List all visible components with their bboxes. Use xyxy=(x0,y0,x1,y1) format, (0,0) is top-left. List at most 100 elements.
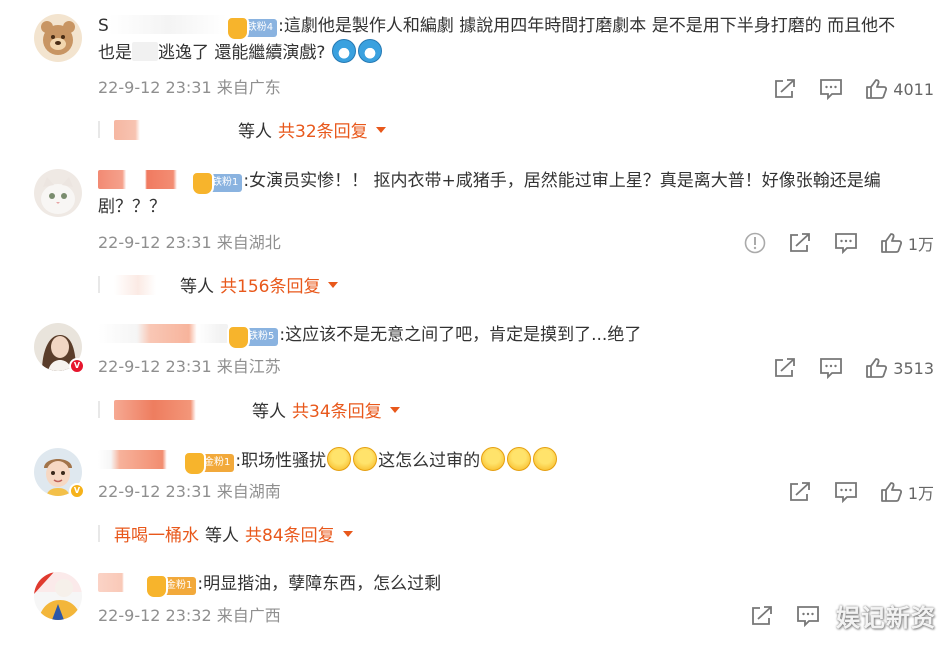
timestamp: 22-9-12 23:32 xyxy=(98,606,212,625)
verified-badge-icon: V xyxy=(69,358,85,374)
timestamp: 22-9-12 23:31 xyxy=(98,482,212,501)
username[interactable]: S xyxy=(98,16,109,36)
reply-summary[interactable]: 等人 共34条回复 xyxy=(98,397,400,422)
comment-text: 铁粉1:女演员实惨！！ 抠内衣带+咸猪手，居然能过审上星？真是离大普！好像张翰还… xyxy=(98,168,938,220)
redacted-text xyxy=(132,42,158,61)
comment-meta: 22-9-12 23:31 来自湖南 xyxy=(98,481,281,503)
comment-button[interactable] xyxy=(796,604,820,628)
share-icon xyxy=(775,79,796,98)
report-button[interactable] xyxy=(744,231,766,255)
like-count: 1万 xyxy=(907,235,934,254)
share-button[interactable] xyxy=(773,356,797,380)
username-blurred[interactable] xyxy=(98,170,192,189)
like-count: 4011 xyxy=(893,79,934,99)
avatar[interactable]: V xyxy=(34,323,85,374)
location: 来自湖南 xyxy=(216,482,281,501)
reply-others: 等人 xyxy=(180,277,214,297)
username-blurred[interactable] xyxy=(108,15,227,34)
like-icon xyxy=(880,233,902,253)
comment-text: S 铁粉4:這劇他是製作人和編劇 據說用四年時間打磨劇本 是不是用下半身打磨的 而… xyxy=(98,13,938,66)
username-blurred[interactable] xyxy=(98,450,184,469)
reply-summary[interactable]: 等人 共156条回复 xyxy=(98,272,339,297)
fan-badge: 金粉1 xyxy=(144,574,197,599)
share-icon xyxy=(752,606,772,625)
comment-meta: 22-9-12 23:31 来自广东 xyxy=(98,77,281,99)
reply-summary[interactable]: 等人 共32条回复 xyxy=(98,117,386,142)
share-button[interactable] xyxy=(773,77,797,101)
cover-face-emoji-icon xyxy=(481,447,506,471)
comment-icon xyxy=(820,358,843,379)
share-button[interactable] xyxy=(750,604,774,628)
chevron-down-icon xyxy=(328,281,339,288)
comment-body: :这应该不是无意之间了吧，肯定是摸到了...绝了 xyxy=(279,325,642,345)
comment-text: 金粉1:职场性骚扰 这怎么过审的 xyxy=(98,447,938,476)
cover-face-emoji-icon xyxy=(353,447,378,471)
replier-blurred xyxy=(114,119,232,140)
comment-button[interactable] xyxy=(834,231,858,255)
comment-icon xyxy=(834,482,857,503)
share-icon xyxy=(789,233,810,252)
location: 来自江苏 xyxy=(216,357,281,376)
comment-body-3: 逃逸了 還能繼續演戲? xyxy=(158,43,326,63)
comment-meta: 22-9-12 23:31 来自湖北 xyxy=(98,232,281,254)
doraemon-emoji-icon xyxy=(331,39,356,63)
like-count: 3513 xyxy=(893,358,934,378)
timestamp: 22-9-12 23:31 xyxy=(98,233,212,252)
like-button[interactable]: 3513 xyxy=(865,356,934,380)
action-bar: 1万 xyxy=(766,480,934,504)
avatar[interactable]: V xyxy=(34,448,85,499)
like-icon xyxy=(866,358,888,378)
timestamp: 22-9-12 23:31 xyxy=(98,357,212,376)
username-blurred[interactable] xyxy=(98,324,228,343)
fan-badge: 铁粉1 xyxy=(190,171,243,196)
reply-count-link[interactable]: 共32条回复 xyxy=(278,117,368,142)
comment-button[interactable] xyxy=(834,480,858,504)
share-button[interactable] xyxy=(788,480,812,504)
comment-body-2: 这怎么过审的 xyxy=(378,451,481,471)
reply-count-link[interactable]: 共156条回复 xyxy=(220,272,320,297)
avatar[interactable] xyxy=(34,14,82,62)
divider xyxy=(98,276,100,293)
like-button[interactable]: 4011 xyxy=(865,77,934,101)
share-icon xyxy=(775,358,796,377)
like-button[interactable]: 1万 xyxy=(880,480,934,504)
share-button[interactable] xyxy=(788,231,812,255)
reply-count-link[interactable]: 共84条回复 xyxy=(245,521,335,546)
divider xyxy=(98,525,100,542)
comment-button[interactable] xyxy=(819,356,843,380)
comment-button[interactable] xyxy=(819,77,843,101)
reply-count-link[interactable]: 共34条回复 xyxy=(292,397,382,422)
chevron-down-icon xyxy=(375,126,386,133)
action-bar: 1万 xyxy=(722,231,934,255)
comment-icon xyxy=(834,233,857,254)
cover-face-emoji-icon xyxy=(327,447,352,471)
report-icon xyxy=(744,232,766,254)
watermark: 娱记新资 xyxy=(836,604,936,632)
reply-summary[interactable]: 再喝一桶水 等人 共84条回复 xyxy=(98,521,353,546)
avatar-image xyxy=(34,572,82,620)
verified-badge-icon: V xyxy=(69,483,85,499)
location: 来自湖北 xyxy=(216,233,281,252)
like-icon xyxy=(880,482,902,502)
username-blurred[interactable] xyxy=(98,573,146,592)
reply-others: 等人 xyxy=(205,526,239,546)
replier-name[interactable]: 再喝一桶水 xyxy=(114,521,199,546)
action-bar: 3513 xyxy=(751,356,934,380)
comment-meta: 22-9-12 23:31 来自江苏 xyxy=(98,356,281,378)
comment-icon xyxy=(820,79,843,100)
doraemon-emoji-icon xyxy=(357,39,382,63)
like-icon xyxy=(866,79,888,99)
action-bar: 4011 xyxy=(751,77,934,101)
fan-badge: 金粉1 xyxy=(182,451,235,476)
divider xyxy=(98,121,100,138)
cover-face-emoji-icon xyxy=(507,447,532,471)
like-button[interactable]: 1万 xyxy=(880,231,934,255)
avatar[interactable] xyxy=(34,169,82,217)
comment-body: :职场性骚扰 xyxy=(235,451,327,471)
avatar[interactable] xyxy=(34,572,82,620)
replier-blurred xyxy=(114,274,174,295)
location: 来自广东 xyxy=(216,78,281,97)
comment-body-2: 也是 xyxy=(98,43,132,63)
comment-icon xyxy=(797,606,819,627)
comment-text: 金粉1:明显揩油，孽障东西，怎么过剩 xyxy=(98,571,938,599)
